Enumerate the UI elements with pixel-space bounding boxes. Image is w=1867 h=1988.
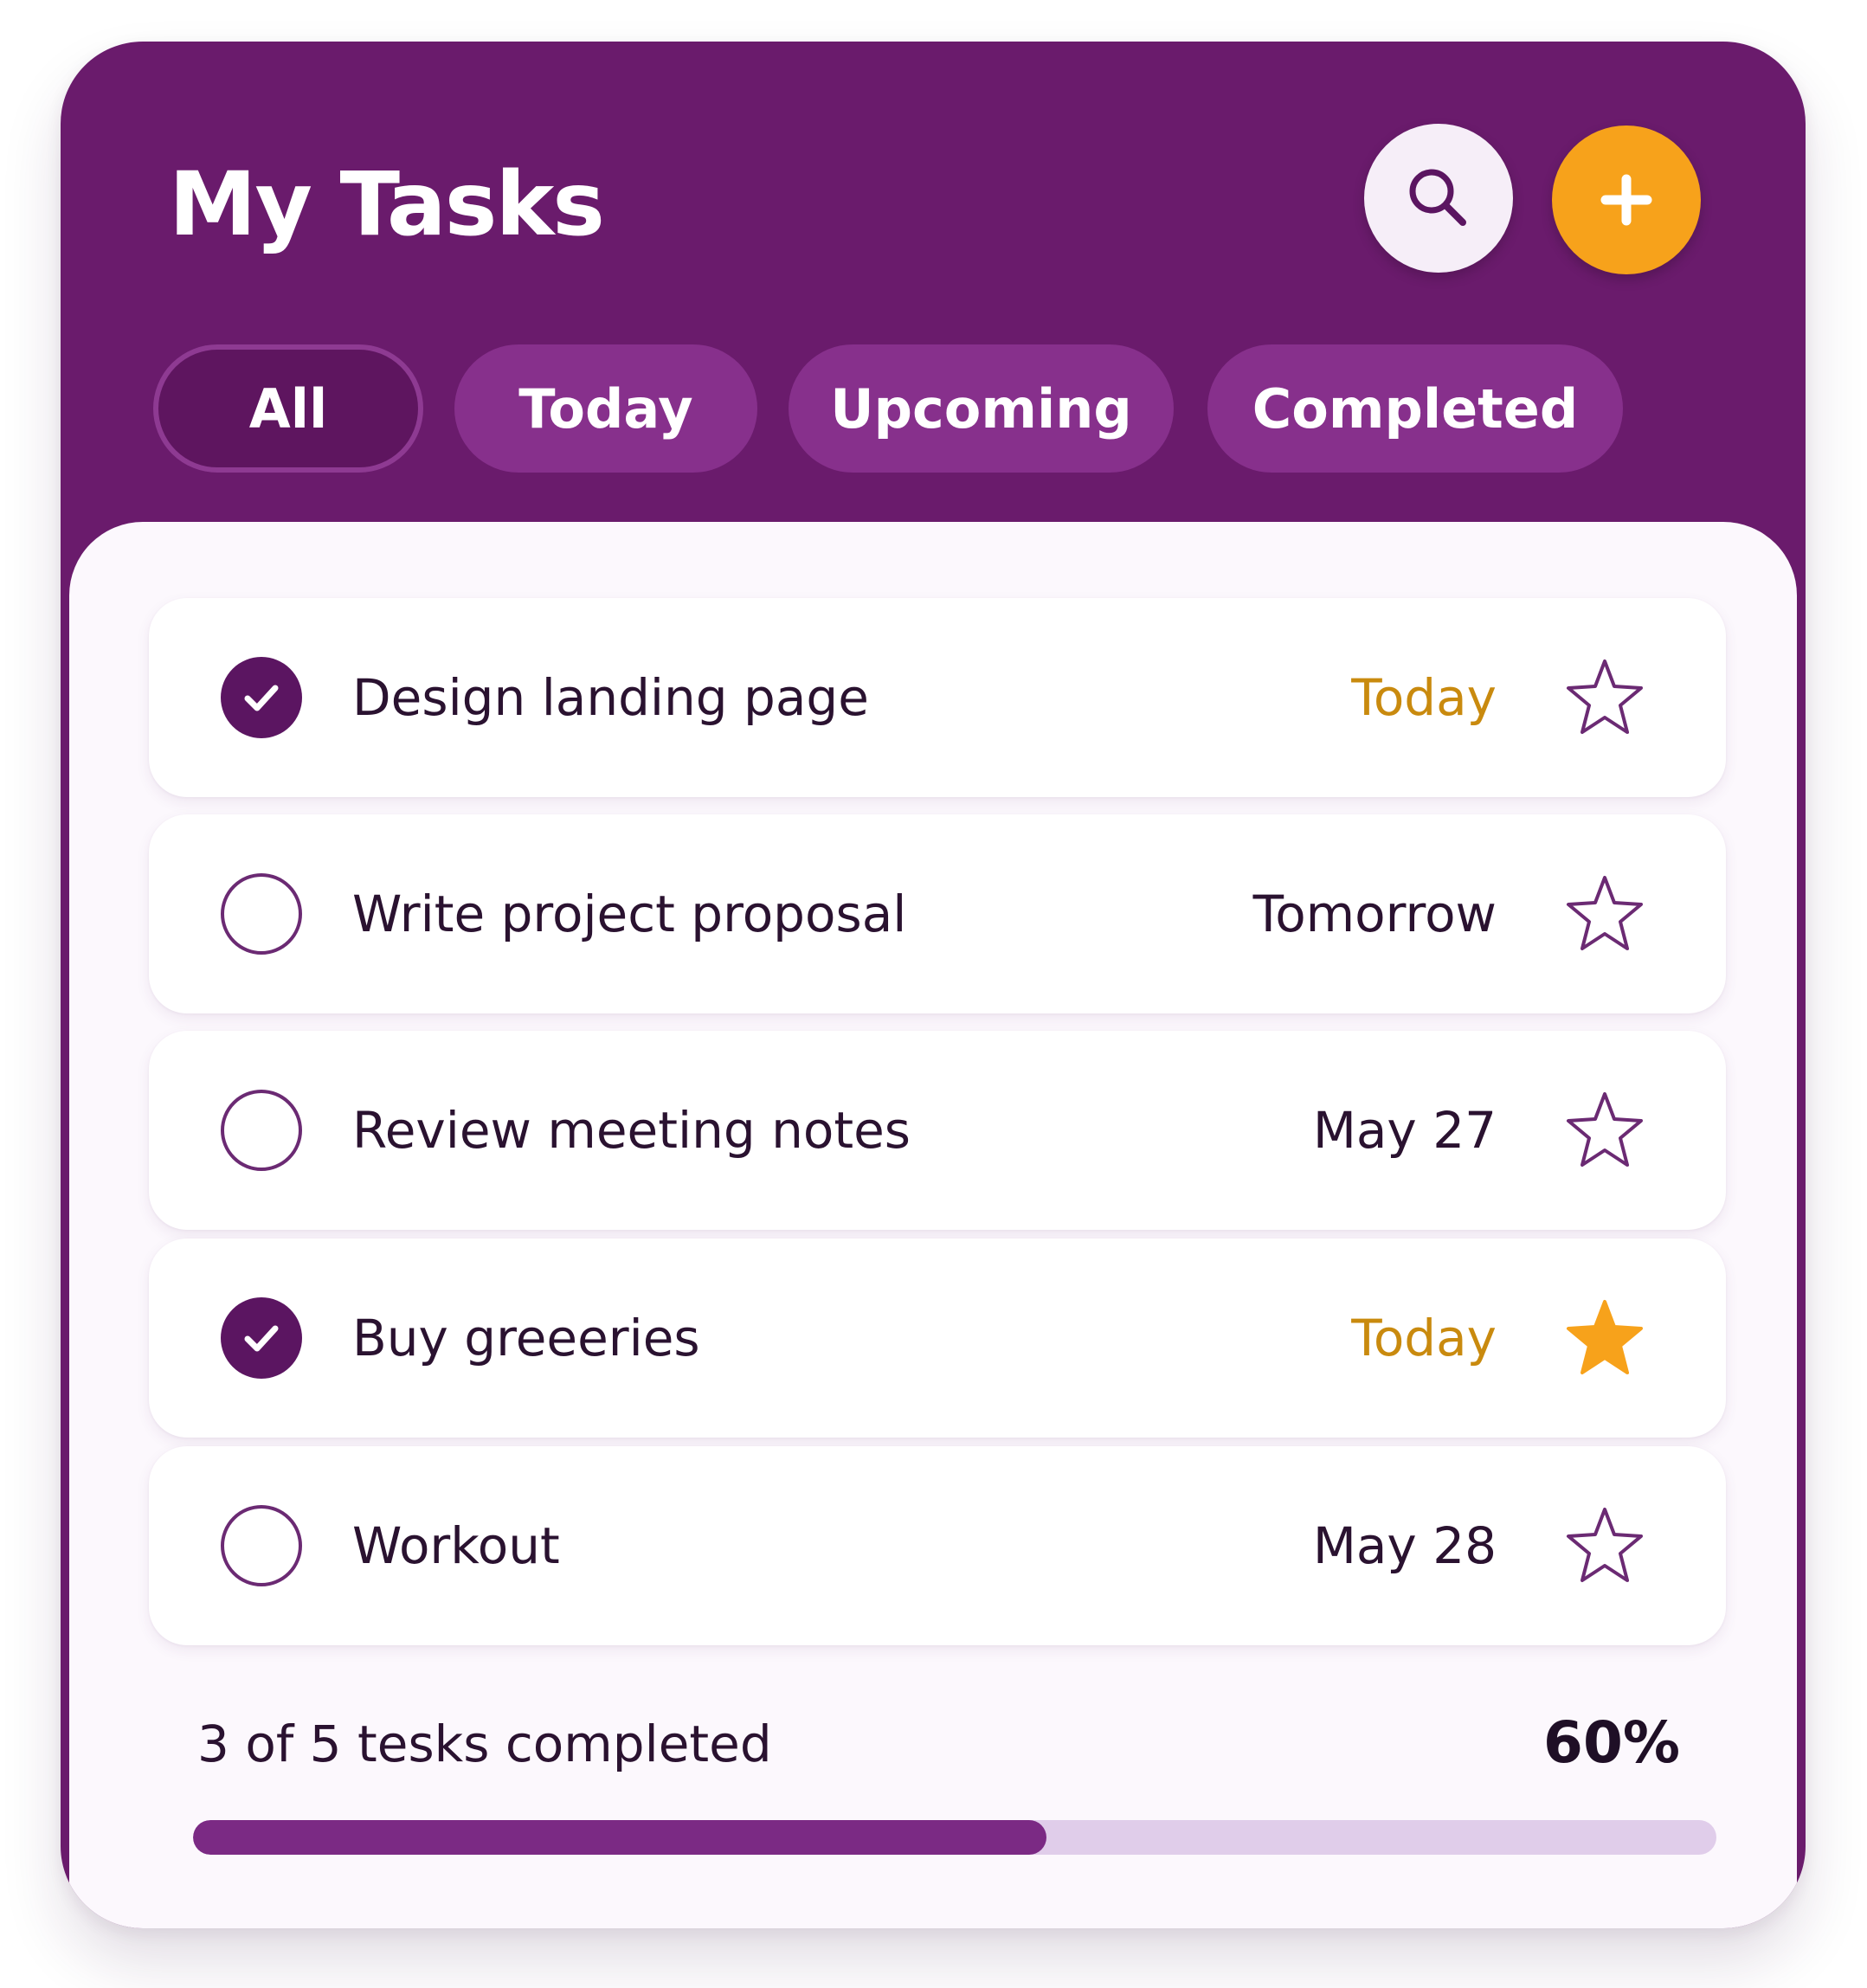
- progress-label: 3 of 5 tesks completed: [197, 1715, 772, 1773]
- task-title: Design landing page: [352, 668, 869, 727]
- task-row[interactable]: Buy greeeries Today: [149, 1238, 1726, 1438]
- add-task-button[interactable]: [1552, 125, 1701, 274]
- task-row[interactable]: Design landing page Today: [149, 598, 1726, 797]
- page-title: My Tasks: [169, 153, 605, 256]
- star-outline-icon[interactable]: [1561, 1087, 1648, 1174]
- task-checkbox-unchecked[interactable]: [221, 1505, 302, 1586]
- task-checkbox-checked[interactable]: [221, 1297, 302, 1379]
- plus-icon: [1600, 174, 1652, 226]
- progress-bar: [193, 1820, 1716, 1855]
- tab-today[interactable]: Today: [454, 344, 757, 473]
- search-button[interactable]: [1364, 124, 1513, 273]
- progress-percent: 60%: [1543, 1709, 1680, 1776]
- star-filled-icon[interactable]: [1561, 1295, 1648, 1381]
- star-outline-icon[interactable]: [1561, 654, 1648, 741]
- task-checkbox-checked[interactable]: [221, 657, 302, 738]
- star-outline-icon[interactable]: [1561, 871, 1648, 957]
- task-title: Write project proposal: [352, 885, 907, 943]
- task-due-date: May 27: [1312, 1101, 1497, 1160]
- progress-bar-fill: [193, 1820, 1046, 1855]
- task-checkbox-unchecked[interactable]: [221, 873, 302, 955]
- task-row[interactable]: Workout May 28: [149, 1446, 1726, 1645]
- task-row[interactable]: Write project proposal Tomorrow: [149, 814, 1726, 1013]
- task-title: Workout: [352, 1516, 560, 1575]
- tab-all[interactable]: All: [153, 344, 423, 473]
- task-list-panel: Design landing page Today Write project …: [69, 522, 1797, 1928]
- checkmark-icon: [244, 1325, 279, 1352]
- header: My Tasks All Today Upcoming Completed: [61, 42, 1806, 561]
- task-title: Buy greeeries: [352, 1309, 700, 1367]
- task-row[interactable]: Review meeting notes May 27: [149, 1031, 1726, 1230]
- tab-upcoming[interactable]: Upcoming: [789, 344, 1174, 473]
- task-due-date: Today: [1351, 1309, 1497, 1367]
- task-due-date: May 28: [1312, 1516, 1497, 1575]
- tab-completed[interactable]: Completed: [1207, 344, 1623, 473]
- task-card: My Tasks All Today Upcoming Completed De…: [61, 42, 1806, 1928]
- search-icon: [1409, 169, 1466, 226]
- task-due-date: Today: [1351, 668, 1497, 727]
- task-checkbox-unchecked[interactable]: [221, 1090, 302, 1171]
- checkmark-icon: [244, 685, 279, 711]
- task-due-date: Tomorrow: [1252, 885, 1497, 943]
- task-title: Review meeting notes: [352, 1101, 911, 1160]
- star-outline-icon[interactable]: [1561, 1502, 1648, 1589]
